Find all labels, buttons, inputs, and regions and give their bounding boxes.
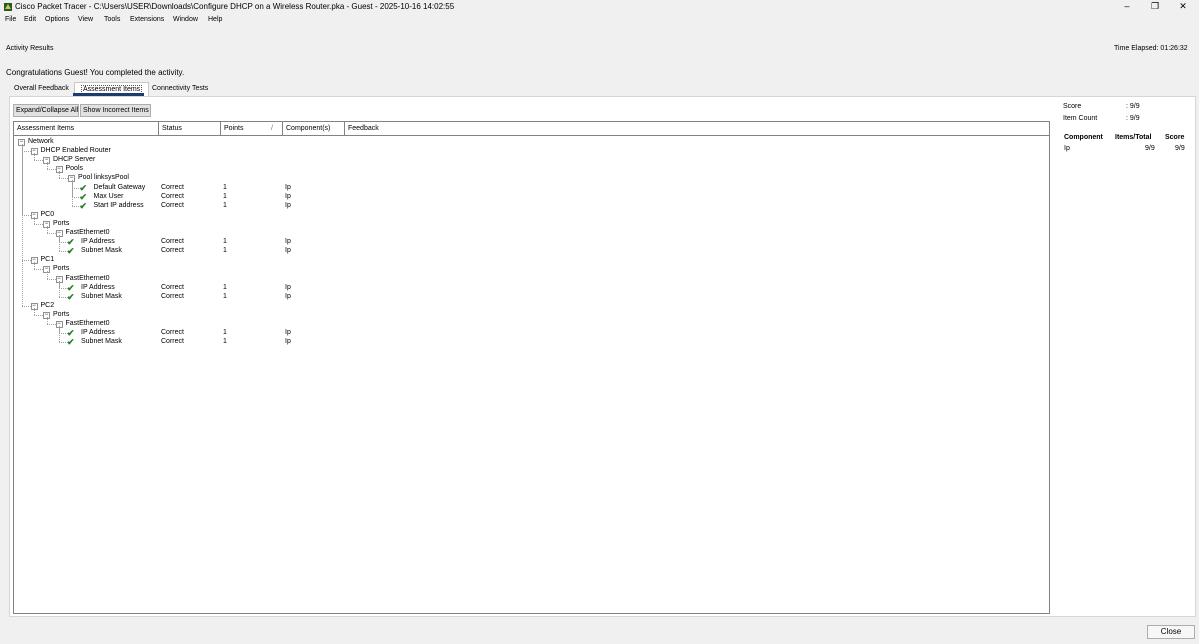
tree-connector-line xyxy=(59,326,60,343)
tree-connector-line xyxy=(34,262,35,270)
show-incorrect-items-button[interactable]: Show Incorrect Items xyxy=(80,104,151,117)
menu-edit[interactable]: Edit xyxy=(24,16,36,23)
tree-connector-line xyxy=(21,260,31,262)
tree-connector-line xyxy=(59,280,60,297)
close-window-button[interactable]: ✕ xyxy=(1169,0,1197,14)
tab-overall-feedback[interactable]: Overall Feedback xyxy=(8,82,75,95)
column-header-points[interactable]: Points / xyxy=(221,122,283,136)
close-button[interactable]: Close xyxy=(1147,625,1195,639)
tree-connector-line xyxy=(59,235,60,252)
tree-connector-line xyxy=(34,269,43,271)
item-label: Subnet Mask xyxy=(81,338,122,346)
menu-bar: File Edit Options View Tools Extensions … xyxy=(0,14,1199,26)
column-header-assessment-items[interactable]: Assessment Items xyxy=(14,122,159,136)
item-count-value: : 9/9 xyxy=(1126,115,1140,122)
tree-connector-line xyxy=(46,271,48,279)
column-header-status[interactable]: Status xyxy=(159,122,221,136)
tab-connectivity-tests[interactable]: Connectivity Tests xyxy=(146,82,214,95)
section-title: Activity Results xyxy=(6,45,54,52)
tree-connector-line xyxy=(59,178,68,180)
packet-tracer-app-icon xyxy=(4,3,12,11)
tree-connector-line xyxy=(21,305,31,307)
assessment-items-tree-table[interactable]: Assessment Items Status Points / Compone… xyxy=(13,121,1050,614)
summary-component-cell: Ip xyxy=(1064,145,1070,152)
score-label: Score xyxy=(1063,103,1082,110)
congratulations-message: Congratulations Guest! You completed the… xyxy=(6,68,185,77)
tree-connector-line xyxy=(34,153,35,161)
tree-connector-line xyxy=(34,223,43,225)
column-header-components[interactable]: Component(s) xyxy=(283,122,345,136)
summary-items-total-cell: 9/9 xyxy=(1145,145,1155,152)
tree-body: − Network − DHCP Enabled Router − DHCP Server… xyxy=(14,136,1049,612)
tree-connector-line xyxy=(46,162,48,170)
summary-score-cell: 9/9 xyxy=(1175,145,1185,152)
tree-connector-line xyxy=(71,180,73,206)
menu-view[interactable]: View xyxy=(78,16,93,23)
title-bar: Cisco Packet Tracer - C:\Users\USER\Down… xyxy=(0,0,1199,14)
tree-connector-line xyxy=(21,151,31,153)
column-label: Points xyxy=(224,125,244,132)
sort-indicator-icon: / xyxy=(271,125,273,132)
tree-connector-line xyxy=(21,214,31,216)
window-title: Cisco Packet Tracer - C:\Users\USER\Down… xyxy=(15,2,455,11)
tree-connector-line xyxy=(34,216,35,224)
tab-label: Overall Feedback xyxy=(14,85,69,92)
tree-connector-line xyxy=(34,314,43,316)
tab-label: Connectivity Tests xyxy=(152,85,209,92)
items-total-column-header: Items/Total xyxy=(1115,134,1152,141)
minimize-button[interactable]: – xyxy=(1113,0,1141,14)
menu-extensions[interactable]: Extensions xyxy=(130,16,164,23)
column-header-feedback[interactable]: Feedback xyxy=(345,122,1049,136)
menu-file[interactable]: File xyxy=(5,16,16,23)
menu-window[interactable]: Window xyxy=(173,16,198,23)
score-column-header: Score xyxy=(1165,134,1185,141)
tree-connector-line xyxy=(59,171,60,179)
points-cell: 1 xyxy=(223,338,227,346)
tree-connector-line xyxy=(46,324,56,325)
tree-connector-line xyxy=(34,160,43,162)
tree-connector-line xyxy=(46,278,56,280)
menu-options[interactable]: Options xyxy=(45,16,69,23)
tree-connector-line xyxy=(34,307,35,315)
tree-connector-line xyxy=(46,169,56,171)
expand-collapse-all-button[interactable]: Expand/Collapse All xyxy=(13,104,79,117)
menu-help[interactable]: Help xyxy=(208,16,222,23)
score-value: : 9/9 xyxy=(1126,103,1140,110)
tree-connector-line xyxy=(21,144,23,306)
correct-check-icon: ✔ xyxy=(67,337,75,348)
tree-connector-line xyxy=(46,233,56,234)
component-column-header: Component xyxy=(1064,134,1103,141)
status-cell: Correct xyxy=(161,338,184,346)
menu-tools[interactable]: Tools xyxy=(104,16,120,23)
active-tab-indicator xyxy=(73,93,144,96)
time-elapsed: Time Elapsed: 01:26:32 xyxy=(1114,45,1188,52)
item-count-label: Item Count xyxy=(1063,115,1098,122)
component-cell: Ip xyxy=(285,338,291,346)
assessment-item-row[interactable]: ✔ Subnet Mask Correct 1 Ip xyxy=(14,326,1049,348)
tree-connector-line xyxy=(46,225,48,233)
maximize-button[interactable]: ❐ xyxy=(1141,0,1169,14)
tree-connector-line xyxy=(46,316,48,324)
